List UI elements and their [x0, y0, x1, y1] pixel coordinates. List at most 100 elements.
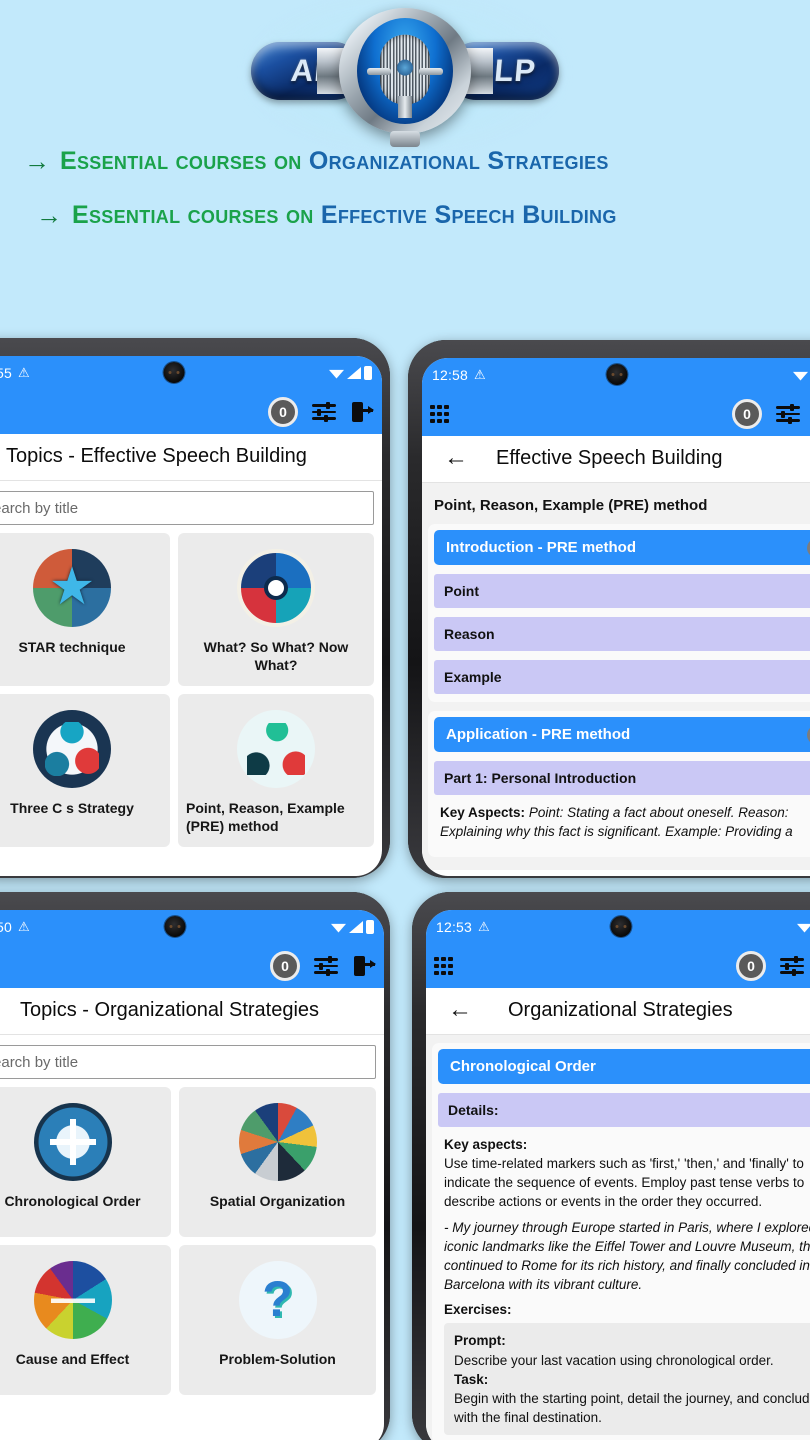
logout-icon-3[interactable]	[354, 956, 376, 976]
topic-label: Problem-Solution	[219, 1351, 336, 1367]
topic-card-cause-and-effect[interactable]: Cause and Effect	[0, 1245, 171, 1395]
screen-title-bar-4: ← Organizational Strategies	[426, 988, 810, 1035]
app-toolbar-1: 0	[0, 390, 382, 434]
sub-row-example[interactable]: Example	[434, 660, 810, 694]
detail-body-4: Chronological Order ? Details: ? Key asp…	[426, 1035, 810, 1440]
sub-row-part1[interactable]: Part 1: Personal Introduction	[434, 761, 810, 795]
grid-menu-icon-4[interactable]	[434, 956, 453, 976]
logout-icon-1[interactable]	[352, 402, 374, 422]
sliders-icon-3[interactable]	[314, 956, 338, 976]
task-text-4: Begin with the starting point, detail th…	[454, 1390, 810, 1426]
sliders-icon-4[interactable]	[780, 956, 804, 976]
sliders-icon-2[interactable]	[776, 404, 800, 424]
status-bar-2: 12:58 ⚠	[422, 358, 810, 392]
score-badge-3[interactable]: 0	[270, 951, 300, 981]
warning-triangle-icon-3: ⚠	[18, 919, 30, 934]
app-toolbar-3: 0	[0, 944, 384, 988]
page-root: AI NLP → Essential courses on Organizati…	[0, 0, 810, 1440]
key-aspects-label: Key Aspects:	[440, 805, 526, 820]
camera-punch-hole-1	[163, 362, 185, 383]
status-time-3: 12:50	[0, 919, 13, 935]
topic-label: Chronological Order	[4, 1193, 141, 1209]
section-card-application: Application - PRE method ? Part 1: Perso…	[428, 711, 810, 858]
phone-screen-4: 12:53 ⚠ 0 ← Organizational Strategies Ch…	[426, 910, 810, 1440]
topic-card-three-cs-strategy[interactable]: Three C s Strategy	[0, 694, 170, 847]
topic-card-star-technique[interactable]: STAR technique	[0, 533, 170, 686]
sub-row-details[interactable]: Details: ?	[438, 1093, 810, 1127]
topic-card-problem-solution[interactable]: Problem-Solution	[179, 1245, 376, 1395]
detail-heading-2: Point, Reason, Example (PRE) method	[422, 483, 810, 524]
topic-grid-3: Chronological Order Spatial Organization…	[0, 1079, 384, 1403]
wifi-icon-2	[793, 371, 808, 381]
phone-screen-1: 12:55 ⚠ 0	[0, 356, 382, 876]
sub-row-point[interactable]: Point	[434, 574, 810, 608]
signal-icon-3	[349, 921, 363, 933]
phone-topics-effective-speech-building: 12:55 ⚠ 0	[0, 338, 390, 878]
topic-label: Three C s Strategy	[10, 800, 134, 816]
grid-menu-icon-2[interactable]	[430, 404, 449, 424]
battery-icon-1	[364, 366, 372, 380]
camera-punch-hole-4	[610, 916, 632, 937]
screen-title-bar-3: ← Topics - Organizational Strategies	[0, 988, 384, 1035]
warning-triangle-icon-1: ⚠	[18, 365, 30, 380]
wifi-icon-1	[329, 369, 344, 379]
headline-2-green: Essential courses on	[72, 201, 314, 230]
application-body-text: Key Aspects: Point: Stating a fact about…	[434, 795, 810, 841]
exercise-box-4: Prompt: Describe your last vacation usin…	[444, 1323, 810, 1436]
arrow-right-icon-2: →	[36, 200, 62, 231]
status-bar-1: 12:55 ⚠	[0, 356, 382, 390]
headline-text-2: Essential courses on Effective Speech Bu…	[72, 197, 617, 233]
camera-punch-hole-2	[606, 364, 628, 385]
back-arrow-icon-4[interactable]: ←	[448, 998, 472, 1022]
sliders-icon-1[interactable]	[312, 402, 336, 422]
section-header-label: Application - PRE method	[446, 726, 631, 743]
section-header-application[interactable]: Application - PRE method ?	[434, 717, 810, 752]
app-toolbar-2: 0	[422, 392, 810, 436]
headline-text-1: Essential courses on Organizational Stra…	[60, 143, 609, 179]
section-header-introduction[interactable]: Introduction - PRE method ?	[434, 530, 810, 565]
page-title-1: Topics - Effective Speech Building	[6, 444, 307, 467]
warning-triangle-icon-4: ⚠	[478, 919, 490, 934]
score-badge-1[interactable]: 0	[268, 397, 298, 427]
phone-organizational-strategies-detail: 12:53 ⚠ 0 ← Organizational Strategies Ch…	[412, 892, 810, 1440]
back-arrow-icon-2[interactable]: ←	[444, 446, 468, 470]
topic-card-pre-method[interactable]: Point, Reason, Example (PRE) method	[178, 694, 374, 847]
section-card-introduction: Introduction - PRE method ? Point Reason…	[428, 524, 810, 702]
headline-item-2: → Essential courses on Effective Speech …	[0, 197, 810, 233]
search-input-3[interactable]: Search by title	[0, 1045, 376, 1079]
page-title-3: Topics - Organizational Strategies	[20, 998, 320, 1021]
logo-arm-right	[419, 68, 443, 75]
topic-card-spatial-organization[interactable]: Spatial Organization	[179, 1087, 376, 1237]
prompt-text-4: Describe your last vacation using chrono…	[454, 1352, 774, 1368]
page-title-2: Effective Speech Building	[496, 446, 723, 469]
star-technique-icon	[33, 549, 111, 627]
topic-card-what-so-what[interactable]: What? So What? Now What?	[178, 533, 374, 686]
microphone-icon	[339, 8, 471, 134]
section-card-chronological-order: Chronological Order ? Details: ? Key asp…	[432, 1043, 810, 1440]
topic-grid-1: STAR technique What? So What? Now What? …	[0, 525, 382, 855]
cause-and-effect-icon	[33, 1261, 112, 1339]
exercises-label-4: Exercises:	[444, 1302, 512, 1318]
sub-row-reason[interactable]: Reason	[434, 617, 810, 651]
topic-label: What? So What? Now What?	[203, 639, 349, 673]
pre-method-icon	[237, 710, 315, 788]
score-badge-2[interactable]: 0	[732, 399, 762, 429]
search-placeholder-1: Search by title	[0, 499, 79, 517]
key-aspects-label-4: Key aspects:	[444, 1137, 528, 1152]
example-text-4: - My journey through Europe started in P…	[444, 1219, 810, 1293]
search-input-1[interactable]: Search by title	[0, 491, 374, 525]
score-badge-4[interactable]: 0	[736, 951, 766, 981]
status-time-4: 12:53	[436, 919, 473, 935]
phone-topics-organizational-strategies: 12:50 ⚠ 0	[0, 892, 390, 1440]
mic-stem	[398, 96, 412, 118]
headline-1-green: Essential courses on	[60, 147, 302, 175]
search-placeholder-3: Search by title	[0, 1053, 79, 1071]
topic-label: Spatial Organization	[209, 1193, 346, 1209]
warning-triangle-icon-2: ⚠	[474, 367, 486, 382]
topic-label: Cause and Effect	[15, 1351, 130, 1367]
section-header-chronological-order[interactable]: Chronological Order ?	[438, 1049, 810, 1084]
status-icons-3	[331, 920, 374, 934]
topic-card-chronological-order[interactable]: Chronological Order	[0, 1087, 171, 1237]
section-header-label: Introduction - PRE method	[446, 539, 636, 556]
headline-list: → Essential courses on Organizational St…	[0, 143, 810, 252]
